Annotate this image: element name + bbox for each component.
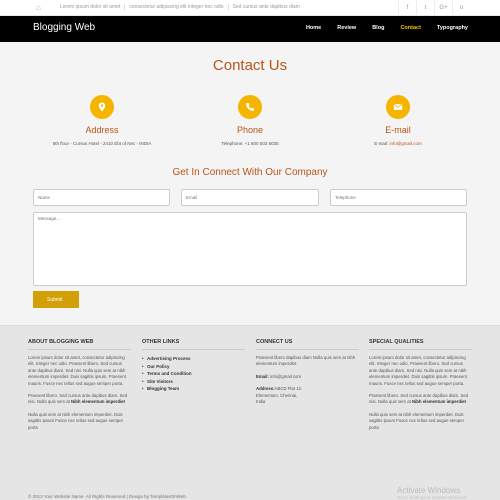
footer-links-heading: OTHER LINKS [142, 339, 245, 350]
name-input[interactable] [33, 189, 170, 206]
footer-about: ABOUT BLOGGING WEB Lorem ipsum dolor sit… [28, 339, 131, 437]
address-info: Address 6th floor - Cursus Hotel - 2410 … [22, 95, 182, 146]
footer-special-heading: SPECIAL QUALITIES [369, 339, 472, 350]
footer-address-label: Address: [256, 386, 275, 392]
footer-links-list: Advertising Process Our Policy Terms and… [142, 355, 245, 393]
submit-button[interactable]: Submit [33, 291, 79, 308]
email-info: E-mail E-mail: info@gmail.com [318, 95, 478, 146]
telephone-input[interactable] [330, 189, 467, 206]
google-plus-icon[interactable]: G+ [434, 0, 452, 16]
nav-item-home[interactable]: Home [306, 25, 321, 31]
activate-windows-subtitle: Go to Settings to activate Windows. [397, 495, 469, 500]
footer-connect-heading: CONNECT US [256, 339, 359, 350]
address-text: 6th floor - Cursus Hotel - 2410 Ebt of N… [52, 141, 152, 146]
envelope-icon [386, 95, 410, 119]
footer-address-line: Elementum, Chennai, [256, 392, 298, 398]
instagram-icon[interactable]: o [452, 0, 470, 16]
footer-about-p3: Nulla quis sem at nibh elementum imperdi… [28, 411, 124, 430]
nav-menu: Home Review Blog Contact Typography [306, 25, 468, 31]
phone-info: Phone Telephone: +1 600 503 8035 [170, 95, 330, 146]
nav-item-blog[interactable]: Blog [372, 25, 384, 31]
footer-link[interactable]: Advertising Process [142, 355, 245, 363]
footer-link[interactable]: Blogging Team [142, 385, 245, 393]
footer-special-p2: Praesent libero. Sed cursus ante dapibus… [369, 393, 472, 406]
message-textarea[interactable] [33, 212, 467, 286]
top-link[interactable]: Sed cursus ante dapibus diam [229, 4, 304, 10]
main-nav: Blogging Web Home Review Blog Contact Ty… [0, 16, 500, 42]
footer-link[interactable]: Terms and Condition [142, 370, 245, 378]
activate-windows-title: Activate Windows [397, 486, 461, 495]
nav-item-typography[interactable]: Typography [437, 25, 468, 31]
nav-item-contact[interactable]: Contact [400, 25, 420, 31]
top-links: Lorem ipsum dolor sit amet consectetur ad… [56, 4, 304, 10]
site-brand[interactable]: Blogging Web [33, 22, 95, 33]
twitter-icon[interactable]: t [416, 0, 434, 16]
nav-item-review[interactable]: Review [337, 25, 356, 31]
footer-connect-p1: Praesent libero dapibus diam Nulla quis … [256, 355, 356, 367]
address-heading: Address [85, 125, 119, 135]
top-bar: ⌂ Lorem ipsum dolor sit amet consectetur … [0, 0, 500, 16]
copyright: © 2013 Your Website Name. All Rights Res… [28, 494, 186, 499]
email-text: E-mail: info@gmail.com [318, 141, 478, 146]
email-input[interactable] [181, 189, 319, 206]
email-link[interactable]: info@gmail.com [389, 141, 421, 146]
footer-about-heading: ABOUT BLOGGING WEB [28, 339, 131, 350]
footer-address-line: ABCD Flat 12. [274, 386, 303, 392]
email-heading: E-mail [385, 125, 411, 135]
footer-about-p1: Lorem ipsum dolor sit amet, consectetur … [28, 355, 126, 386]
footer-special-p3: Nulla quis sem at nibh elementum imperdi… [369, 411, 465, 430]
footer-connect-email: Email: info@gmail.com [256, 374, 359, 380]
footer-address-line: India [256, 399, 266, 405]
footer-special-p1: Lorem ipsum dolor sit amet, consectetur … [369, 355, 467, 386]
map-marker-icon [90, 95, 114, 119]
footer-links: OTHER LINKS Advertising Process Our Poli… [142, 339, 245, 393]
footer-link[interactable]: Site Visitors [142, 378, 245, 386]
phone-heading: Phone [236, 125, 264, 135]
footer-special: SPECIAL QUALITIES Lorem ipsum dolor sit … [369, 339, 472, 437]
home-icon[interactable]: ⌂ [36, 3, 46, 13]
footer-link[interactable]: Our Policy [142, 363, 245, 371]
page-title: Contact Us [212, 57, 288, 74]
facebook-icon[interactable]: f [398, 0, 416, 16]
footer-about-p2-bold: Nibh elementum imperdiet [71, 399, 125, 405]
phone-text: Telephone: +1 600 503 8035 [221, 141, 279, 146]
footer-special-p2-bold: Nibh elementum imperdiet [412, 399, 466, 405]
social-links: f t G+ o [398, 0, 470, 16]
footer-email-value[interactable]: info@gmail.com [269, 374, 301, 379]
footer-about-p2: Praesent libero. Sed cursus ante dapibus… [28, 393, 131, 406]
phone-icon [238, 95, 262, 119]
form-heading: Get In Connect With Our Company [172, 167, 328, 178]
footer-email-label: Email: [256, 373, 269, 379]
footer-connect-address: Address:ABCD Flat 12. Elementum, Chennai,… [256, 386, 359, 405]
footer: ABOUT BLOGGING WEB Lorem ipsum dolor sit… [0, 325, 500, 500]
email-label: E-mail: [374, 141, 390, 146]
footer-connect: CONNECT US Praesent libero dapibus diam … [256, 339, 359, 411]
top-link[interactable]: consectetur adipiscing elit integer nec … [125, 4, 229, 10]
top-link[interactable]: Lorem ipsum dolor sit amet [56, 4, 126, 10]
